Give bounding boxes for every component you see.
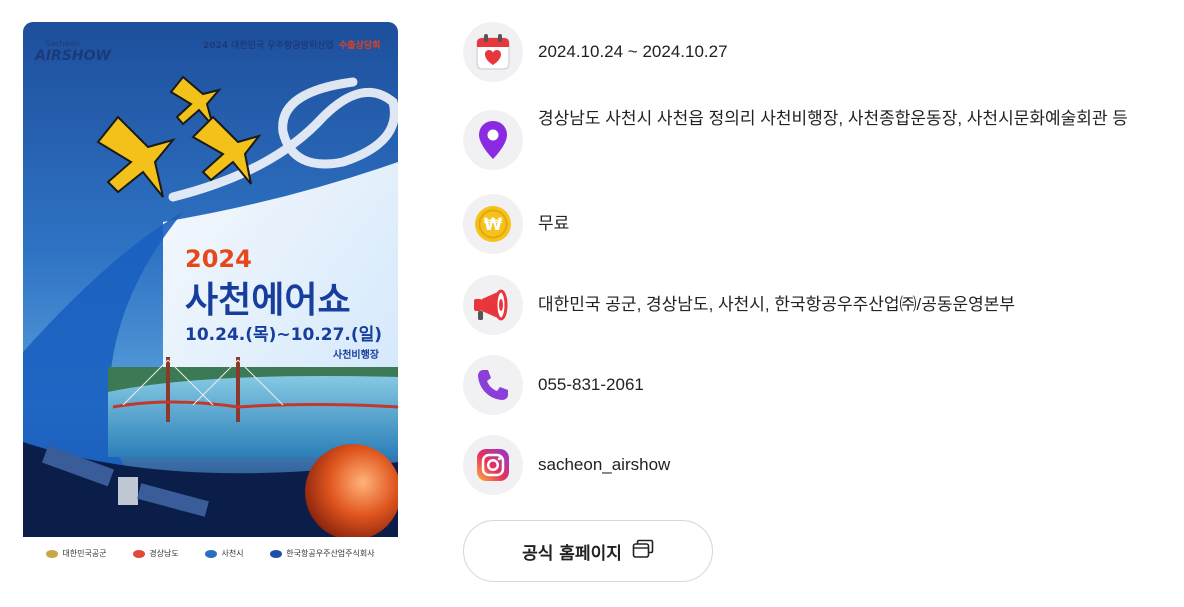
poster-artwork: Sacheon AIRSHOW 2024 대한민국 우주항공방위산업 수출상담회… [23,22,398,537]
sponsor-airforce: 대한민국공군 [46,548,107,559]
poster-year: 2024 [185,245,252,273]
info-row-location: 경상남도 사천시 사천읍 정의리 사천비행장, 사천종합운동장, 사천시문화예술… [463,108,1173,170]
map-pin-icon [463,110,523,170]
info-instagram[interactable]: sacheon_airshow [538,448,1173,482]
instagram-icon [463,435,523,495]
external-window-icon [632,539,654,563]
festival-detail: Sacheon AIRSHOW 2024 대한민국 우주항공방위산업 수출상담회… [0,0,1184,607]
poster-sponsors: 대한민국공군 경상남도 사천시 한국항공우주산업주식회사 [23,537,398,570]
info-phone[interactable]: 055-831-2061 [538,368,1173,402]
info-row-date: 2024.10.24 ~ 2024.10.27 [463,22,1173,82]
info-organizer: 대한민국 공군, 경상남도, 사천시, 한국항공우주산업㈜/공동운영본부 [538,295,1016,314]
poster-venue: 사천비행장 [333,348,380,361]
poster-title: 사천에어쇼 [185,280,351,321]
info-date: 2024.10.24 ~ 2024.10.27 [538,42,728,61]
won-coin-icon: ₩ [463,194,523,254]
info-row-phone: 055-831-2061 [463,355,1173,415]
poster-top-banner: 2024 대한민국 우주항공방위산업 [203,39,334,51]
svg-text:₩: ₩ [484,215,503,235]
info-row-organizer: 대한민국 공군, 경상남도, 사천시, 한국항공우주산업㈜/공동운영본부 [463,275,1173,335]
megaphone-icon [463,275,523,335]
phone-icon [463,355,523,415]
festival-poster[interactable]: Sacheon AIRSHOW 2024 대한민국 우주항공방위산업 수출상담회… [23,22,398,570]
info-fee: 무료 [538,214,570,233]
sponsor-kai: 한국항공우주산업주식회사 [270,548,375,559]
sponsor-gyeongnam: 경상남도 [133,548,179,559]
info-row-fee: ₩ 무료 [463,194,1173,254]
info-location: 경상남도 사천시 사천읍 정의리 사천비행장, 사천종합운동장, 사천시문화예술… [538,109,1128,128]
poster-top-banner-highlight: 수출상담회 [339,39,380,51]
poster-logo-small: Sacheon [45,39,79,48]
official-homepage-label: 공식 홈페이지 [522,543,622,564]
calendar-heart-icon [463,22,523,82]
poster-dates: 10.24.(목)~10.27.(일) [185,325,382,345]
sponsor-sacheon: 사천시 [205,548,244,559]
poster-logo-main: AIRSHOW [34,48,112,64]
official-homepage-button[interactable]: 공식 홈페이지 [463,520,713,582]
info-row-instagram: sacheon_airshow [463,435,1173,495]
